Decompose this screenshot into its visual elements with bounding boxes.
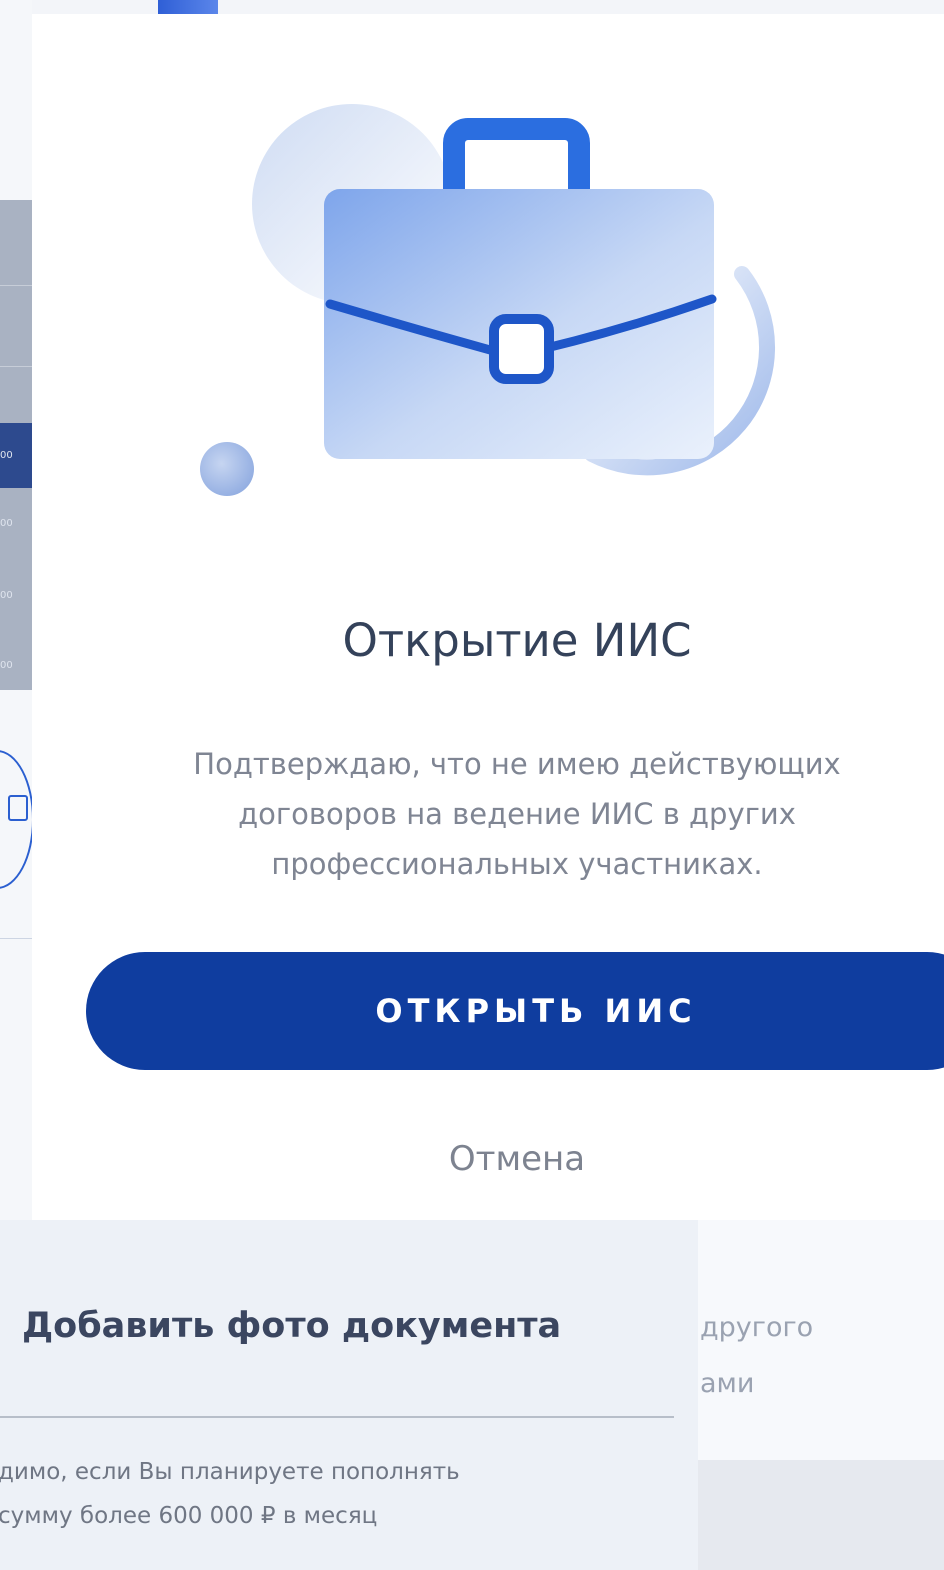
dialog-message: Подтверждаю, что не имею действующих дог… — [193, 747, 841, 881]
background-left-panel: 00 00 00 00 — [0, 0, 34, 1220]
sheet-divider — [0, 1416, 674, 1418]
add-document-photo-sheet: Добавить фото документа димо, если Вы пл… — [0, 1220, 698, 1570]
background-row-divider — [0, 366, 32, 367]
briefcase-icon — [200, 104, 776, 496]
background-bottom-strip — [698, 1460, 944, 1570]
decorative-dot — [200, 442, 254, 496]
background-row-value: 00 — [0, 450, 13, 461]
open-iis-button[interactable]: ОТКРЫТЬ ИИС — [86, 952, 944, 1070]
background-card-text: другого — [700, 1312, 814, 1343]
open-iis-dialog: Открытие ИИС Подтверждаю, что не имею де… — [32, 14, 944, 1220]
sheet-hint-line: димо, если Вы планируете пополнять — [0, 1459, 460, 1485]
background-row-divider — [0, 285, 32, 286]
background-divider — [0, 938, 32, 939]
briefcase-lock — [489, 314, 554, 384]
background-row-value: 00 — [0, 518, 13, 529]
cancel-button[interactable]: Отмена — [32, 1139, 944, 1179]
background-row-value: 00 — [0, 590, 13, 601]
sheet-hint: димо, если Вы планируете пополнять сумму… — [0, 1450, 688, 1538]
sheet-hint-line: сумму более 600 000 ₽ в месяц — [0, 1503, 378, 1529]
dialog-title: Открытие ИИС — [342, 614, 692, 667]
background-card-text: ами — [700, 1368, 755, 1399]
trash-icon — [8, 795, 28, 821]
background-row-value: 00 — [0, 660, 13, 671]
sheet-title[interactable]: Добавить фото документа — [22, 1306, 662, 1346]
